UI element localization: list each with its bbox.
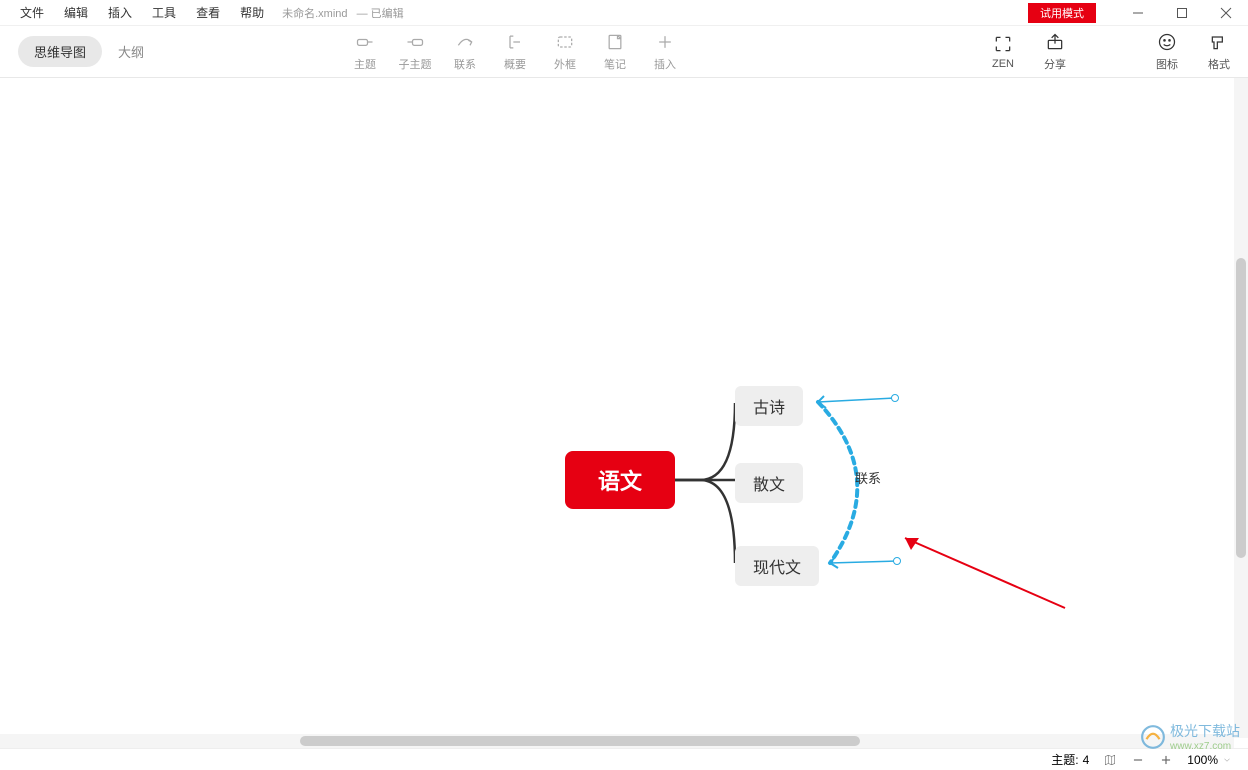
- doc-filename: 未命名.xmind: [282, 8, 347, 20]
- menu-tool[interactable]: 工具: [142, 0, 186, 25]
- watermark: 极光下载站 www.xz7.com: [1140, 721, 1240, 752]
- central-topic[interactable]: 语文: [565, 451, 675, 509]
- menu-help[interactable]: 帮助: [230, 0, 274, 25]
- toolbar-subtopic[interactable]: 子主题: [390, 32, 440, 72]
- format-icon: [1209, 32, 1229, 52]
- subtopic-node[interactable]: 古诗: [735, 386, 803, 426]
- tab-outline[interactable]: 大纲: [102, 36, 160, 67]
- map-icon: [1103, 753, 1117, 767]
- maximize-button[interactable]: [1160, 0, 1204, 26]
- zoom-level[interactable]: 100%: [1187, 753, 1232, 767]
- minimize-button[interactable]: [1116, 0, 1160, 26]
- doc-status: — 已编辑: [357, 8, 404, 20]
- toolbar-zen[interactable]: ZEN: [992, 34, 1014, 70]
- tab-mindmap[interactable]: 思维导图: [18, 36, 102, 67]
- toolbar-share[interactable]: 分享: [1044, 32, 1066, 72]
- minus-icon: [1131, 753, 1145, 767]
- watermark-url: www.xz7.com: [1170, 741, 1240, 752]
- horizontal-scrollbar-thumb[interactable]: [300, 736, 860, 746]
- vertical-scrollbar[interactable]: [1234, 78, 1248, 738]
- document-title: 未命名.xmind — 已编辑: [282, 5, 404, 21]
- relationship-label[interactable]: 联系: [855, 468, 881, 487]
- toolbar-icons[interactable]: 图标: [1156, 32, 1178, 72]
- toolbar-topic[interactable]: 主题: [340, 32, 390, 72]
- vertical-scrollbar-thumb[interactable]: [1236, 258, 1246, 558]
- zoom-out-button[interactable]: [1131, 753, 1145, 767]
- zoom-in-button[interactable]: [1159, 753, 1173, 767]
- menu-edit[interactable]: 编辑: [54, 0, 98, 25]
- close-button[interactable]: [1204, 0, 1248, 26]
- annotation-arrow: [895, 528, 1075, 618]
- status-topic-count: 主题: 4: [1051, 751, 1089, 768]
- relationship-icon: [455, 32, 475, 52]
- chevron-down-icon: [1222, 755, 1232, 765]
- zen-icon: [993, 34, 1013, 54]
- smile-icon: [1157, 32, 1177, 52]
- menu-insert[interactable]: 插入: [98, 0, 142, 25]
- mindmap-canvas[interactable]: 语文 古诗 散文 现代文 联系: [0, 78, 1248, 738]
- note-icon: [605, 32, 625, 52]
- horizontal-scrollbar[interactable]: [0, 734, 1234, 748]
- boundary-icon: [555, 32, 575, 52]
- toolbar-note[interactable]: 笔记: [590, 32, 640, 72]
- subtopic-node[interactable]: 现代文: [735, 546, 819, 586]
- status-map-overview[interactable]: [1103, 753, 1117, 767]
- menu-view[interactable]: 查看: [186, 0, 230, 25]
- relationship-handle[interactable]: [891, 394, 899, 402]
- watermark-logo-icon: [1140, 724, 1166, 750]
- toolbar-insert[interactable]: 插入: [640, 32, 690, 72]
- plus-icon: [1159, 753, 1173, 767]
- topic-icon: [355, 32, 375, 52]
- toolbar-relationship[interactable]: 联系: [440, 32, 490, 72]
- trial-mode-badge[interactable]: 试用模式: [1028, 3, 1096, 23]
- toolbar-format[interactable]: 格式: [1208, 32, 1230, 72]
- share-icon: [1045, 32, 1065, 52]
- summary-icon: [505, 32, 525, 52]
- subtopic-node[interactable]: 散文: [735, 463, 803, 503]
- watermark-text: 极光下载站: [1170, 721, 1240, 741]
- toolbar-summary[interactable]: 概要: [490, 32, 540, 72]
- toolbar-boundary[interactable]: 外框: [540, 32, 590, 72]
- plus-icon: [655, 32, 675, 52]
- menu-file[interactable]: 文件: [10, 0, 54, 25]
- subtopic-icon: [405, 32, 425, 52]
